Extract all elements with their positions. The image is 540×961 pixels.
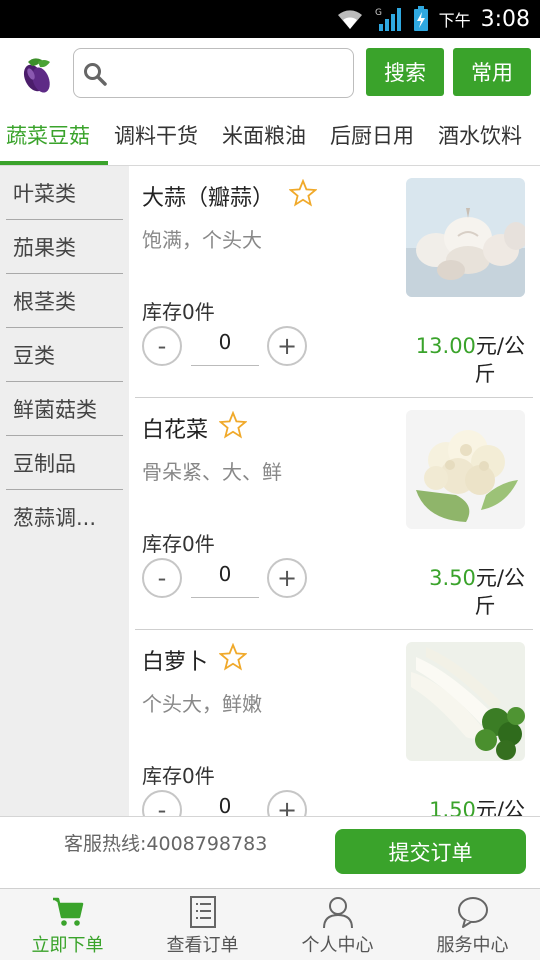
product-description: 个头大，鲜嫩 [142,692,262,716]
garlic-image [406,178,525,297]
tab-kitchen-supplies[interactable]: 后厨日用 [330,120,414,150]
status-bar: G 下午 3:08 [0,0,540,38]
sidebar-item-leafy[interactable]: 叶菜类 [6,166,123,220]
subcategory-sidebar: 叶菜类 茄果类 根茎类 豆类 鲜菌菇类 豆制品 葱蒜调... [0,166,129,816]
increase-button[interactable]: + [267,558,307,598]
common-button[interactable]: 常用 [453,48,531,96]
decrease-button[interactable]: - [142,326,182,366]
price-value: 1.50 [429,798,476,816]
sidebar-item-scallion-garlic[interactable]: 葱蒜调... [6,490,123,544]
sidebar-item-root[interactable]: 根茎类 [6,274,123,328]
product-item: 大蒜（瓣蒜） 饱满，个头大 库存0件 - 0 + 13.00元/公 斤 [135,166,533,398]
product-description: 饱满，个头大 [142,228,262,252]
radish-image [406,642,525,761]
nav-place-order[interactable]: 立即下单 [0,889,135,961]
product-image-radish[interactable] [406,642,525,761]
nav-view-orders[interactable]: 查看订单 [135,889,270,961]
nav-label: 服务中心 [436,935,509,956]
search-input[interactable] [112,55,342,91]
chat-bubble-icon [457,897,488,928]
service-hotline[interactable]: 客服热线:4008798783 [64,829,267,856]
tab-grain-oil[interactable]: 米面粮油 [222,120,306,150]
product-stock: 库存0件 [142,532,215,556]
search-icon [84,63,107,86]
eggplant-logo-icon [23,58,50,93]
price-unit: 元/公 [475,566,525,590]
product-price: 3.50元/公 斤 [385,564,525,620]
quantity-field[interactable]: 0 [191,790,259,816]
product-image-garlic[interactable] [406,178,525,297]
decrease-button[interactable]: - [142,558,182,598]
sidebar-item-mushrooms[interactable]: 鲜菌菇类 [6,382,123,436]
favorite-star-icon[interactable] [219,411,247,439]
product-stock: 库存0件 [142,764,215,788]
price-unit-weight: 斤 [474,594,496,618]
clock-ampm: 下午 [438,11,471,30]
favorite-star-icon[interactable] [289,179,317,207]
product-item: 白花菜 骨朵紧、大、鲜 库存0件 - 0 + 3.50元/公 斤 [135,398,533,630]
cauliflower-image [406,410,525,529]
price-value: 13.00 [415,334,476,358]
favorite-star-icon[interactable] [219,643,247,671]
order-bar: 客服热线:4008798783 提交订单 [0,816,540,888]
quantity-field[interactable]: 0 [191,326,259,366]
active-tab-indicator [0,161,108,165]
product-name: 白萝卜 [142,650,209,675]
svg-text:G: G [375,8,382,18]
price-unit-weight: 斤 [474,362,496,386]
search-box[interactable] [73,48,354,98]
wifi-icon [337,10,362,29]
tab-drinks[interactable]: 酒水饮料 [438,120,522,150]
price-unit: 元/公 [475,334,525,358]
nav-label: 查看订单 [166,935,239,956]
status-icons: G 下午 3:08 [335,4,530,34]
search-button[interactable]: 搜索 [366,48,444,96]
list-icon [189,896,216,928]
product-item: 白萝卜 个头大，鲜嫩 库存0件 - 0 + 1.50元/公 斤 [135,630,533,816]
user-icon [322,897,353,929]
tab-seasoning[interactable]: 调料干货 [114,120,198,150]
sidebar-item-beans[interactable]: 豆类 [6,328,123,382]
battery-charging-icon [413,6,428,31]
nav-service-center[interactable]: 服务中心 [405,889,540,961]
product-stock: 库存0件 [142,300,215,324]
nav-personal-center[interactable]: 个人中心 [270,889,405,961]
product-description: 骨朵紧、大、鲜 [142,460,282,484]
product-list[interactable]: 大蒜（瓣蒜） 饱满，个头大 库存0件 - 0 + 13.00元/公 斤 白花菜 … [129,166,540,816]
category-tabs: 蔬菜豆菇 调料干货 米面粮油 后厨日用 酒水饮料 [0,110,540,166]
increase-button[interactable]: + [267,326,307,366]
product-name: 大蒜（瓣蒜） [142,186,275,211]
decrease-button[interactable]: - [142,790,182,816]
product-image-cauliflower[interactable] [406,410,525,529]
nav-label: 立即下单 [31,935,104,956]
clock-time: 3:08 [480,6,530,32]
top-header: 搜索 常用 [0,38,540,110]
bottom-nav: 立即下单 查看订单 个人中心 服务中心 [0,888,540,960]
quantity-field[interactable]: 0 [191,558,259,598]
tab-vegetables[interactable]: 蔬菜豆菇 [6,120,90,150]
submit-order-button[interactable]: 提交订单 [335,829,526,874]
signal-icon: G [375,8,401,31]
product-price: 13.00元/公 斤 [385,332,525,388]
product-price: 1.50元/公 斤 [385,796,525,816]
increase-button[interactable]: + [267,790,307,816]
price-value: 3.50 [429,566,476,590]
sidebar-item-fruit-veg[interactable]: 茄果类 [6,220,123,274]
cart-icon [52,897,83,926]
sidebar-item-tofu[interactable]: 豆制品 [6,436,123,490]
nav-label: 个人中心 [301,935,374,956]
price-unit: 元/公 [475,798,525,816]
product-name: 白花菜 [142,418,209,443]
